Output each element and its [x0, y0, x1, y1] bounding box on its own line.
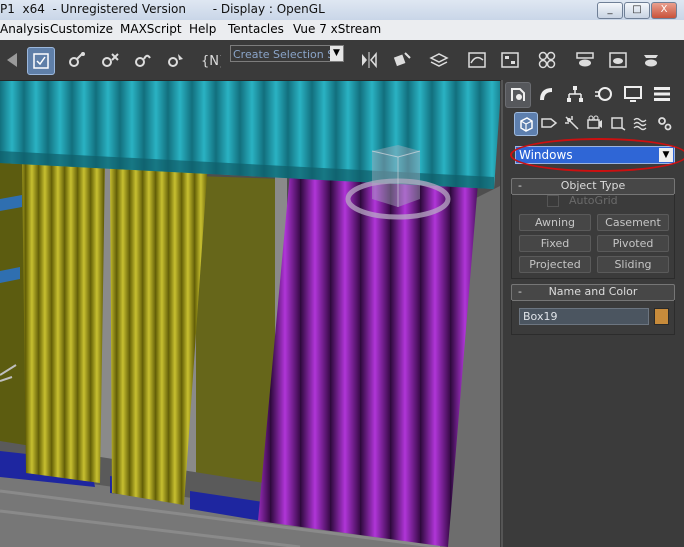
select-and-link-button[interactable]: [64, 47, 90, 73]
toolbar-edge-button[interactable]: [0, 47, 26, 73]
align-button[interactable]: [389, 47, 415, 73]
close-button[interactable]: X: [651, 2, 677, 19]
schematic-view-button[interactable]: [497, 47, 523, 73]
projected-button[interactable]: Projected: [519, 256, 591, 273]
tab-cameras[interactable]: [584, 112, 606, 134]
title-bar: P1 x64 - Unregistered Version - Display …: [0, 0, 684, 21]
command-panel: Windows ▼ - Object Type AutoGrid Awning …: [501, 80, 684, 547]
named-selection-sets-button[interactable]: {N}: [198, 47, 224, 73]
svg-text:{N}: {N}: [201, 54, 221, 69]
tab-systems[interactable]: [653, 112, 675, 134]
tab-create[interactable]: [505, 82, 531, 108]
rollout-title: Object Type: [560, 179, 626, 192]
select-object-button[interactable]: [163, 47, 189, 73]
material-editor-button[interactable]: [534, 47, 560, 73]
mirror-button[interactable]: [356, 47, 382, 73]
gears-icon: [658, 117, 672, 131]
layers-icon: [429, 53, 449, 67]
maximize-button[interactable]: □: [624, 2, 650, 19]
mirror-icon: [362, 51, 377, 69]
material-spheres-icon: [538, 51, 556, 69]
shapes-icon: [541, 118, 558, 128]
autogrid-checkbox[interactable]: [547, 195, 559, 207]
tab-display[interactable]: [621, 82, 645, 106]
menu-analysis[interactable]: Analysis: [0, 22, 49, 36]
menu-bar: Analysis Customize MAXScript Help Tentac…: [0, 20, 684, 40]
rollout-title: Name and Color: [548, 285, 638, 298]
schematic-icon: [501, 52, 519, 68]
align-icon: [393, 52, 411, 67]
layer-manager-button[interactable]: [426, 47, 452, 73]
selected-box19[interactable]: [372, 145, 420, 207]
crossing-select-icon: [33, 53, 49, 69]
curve-editor-icon: [468, 52, 486, 68]
perspective-viewport[interactable]: [0, 81, 500, 547]
casement-button[interactable]: Casement: [597, 214, 669, 231]
monitor-icon: [624, 86, 642, 102]
unlink-icon: [102, 53, 119, 67]
object-type-rollout-header[interactable]: - Object Type: [511, 178, 675, 195]
teapot-render-icon: [644, 55, 658, 67]
tab-space-warps[interactable]: [630, 112, 652, 134]
autogrid-label: AutoGrid: [569, 194, 618, 207]
create-icon: [511, 88, 525, 101]
tab-hierarchy[interactable]: [563, 82, 587, 106]
modify-icon: [540, 88, 552, 100]
motion-icon: [595, 87, 612, 101]
geometry-cube-icon: [520, 117, 533, 132]
sliding-button[interactable]: Sliding: [597, 256, 669, 273]
menu-vue-xstream[interactable]: Vue 7 xStream: [293, 22, 381, 36]
rendered-frame-window-button[interactable]: [605, 47, 631, 73]
purple-curtain: [258, 173, 478, 547]
space-warp-icon: [135, 54, 151, 67]
select-icon: [168, 54, 183, 67]
teapot-frame-icon: [609, 52, 627, 68]
yellow-curtain-left: [22, 161, 105, 483]
menu-maxscript[interactable]: MAXScript: [120, 22, 182, 36]
object-color-swatch[interactable]: [654, 308, 669, 325]
render-setup-button[interactable]: [572, 47, 598, 73]
minimize-button[interactable]: _: [597, 2, 623, 19]
wave-icon: [633, 117, 647, 131]
arrow-icon: [7, 53, 17, 67]
tab-geometry[interactable]: [514, 112, 538, 136]
tape-helper-icon: [611, 117, 626, 131]
unlink-selection-button[interactable]: [97, 47, 123, 73]
window-title: P1 x64 - Unregistered Version - Display …: [0, 2, 325, 16]
chevron-down-icon[interactable]: ▼: [330, 46, 343, 61]
light-icon: [565, 116, 579, 130]
tab-modify[interactable]: [534, 82, 558, 106]
pivoted-button[interactable]: Pivoted: [597, 235, 669, 252]
tab-utilities[interactable]: [650, 82, 674, 106]
annotation-highlight-circle: [510, 138, 684, 172]
link-icon: [69, 52, 85, 67]
awning-button[interactable]: Awning: [519, 214, 591, 231]
window-crossing-button[interactable]: [27, 47, 55, 75]
selection-set-dropdown[interactable]: Create Selection Se: [230, 45, 344, 62]
teapot-icon: [576, 52, 594, 67]
tab-lights[interactable]: [561, 112, 583, 134]
hierarchy-icon: [567, 86, 583, 102]
fixed-button[interactable]: Fixed: [519, 235, 591, 252]
menu-tentacles[interactable]: Tentacles: [228, 22, 284, 36]
tab-shapes[interactable]: [538, 112, 560, 134]
tab-motion[interactable]: [592, 82, 616, 106]
curve-editor-button[interactable]: [464, 47, 490, 73]
utilities-icon: [654, 87, 670, 101]
render-production-button[interactable]: [638, 47, 664, 73]
bind-space-warp-button[interactable]: [130, 47, 156, 73]
tab-helpers[interactable]: [607, 112, 629, 134]
name-and-color-rollout-header[interactable]: - Name and Color: [511, 284, 675, 301]
camera-icon: [587, 115, 602, 129]
menu-help[interactable]: Help: [189, 22, 216, 36]
braces-icon: {N}: [201, 54, 221, 69]
menu-customize[interactable]: Customize: [50, 22, 113, 36]
object-name-field[interactable]: Box19: [519, 308, 649, 325]
